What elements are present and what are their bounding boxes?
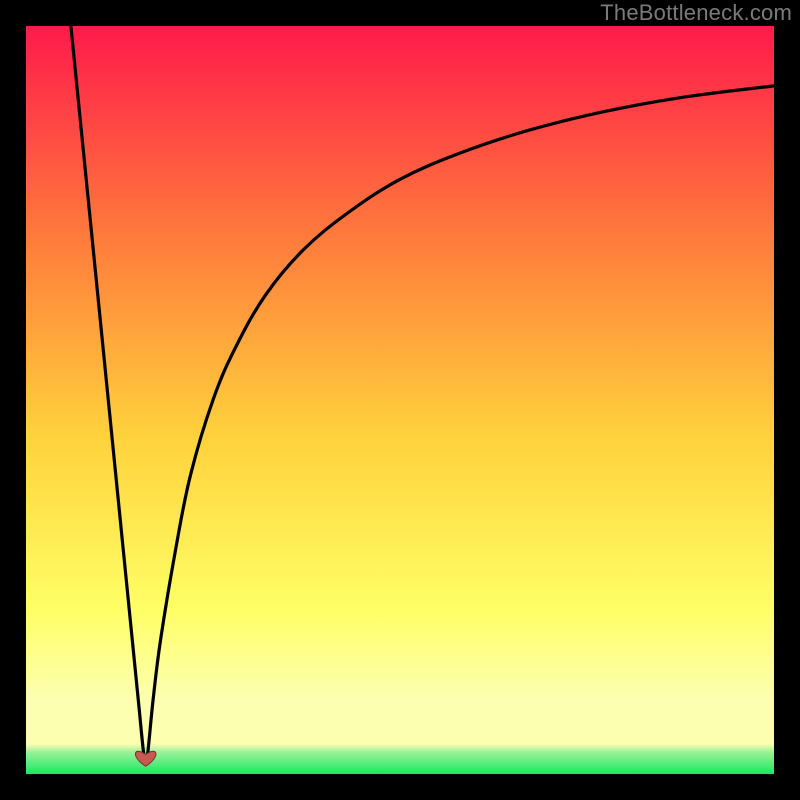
chart-svg	[26, 26, 774, 774]
watermark-text: TheBottleneck.com	[600, 0, 792, 26]
chart-frame: TheBottleneck.com	[0, 0, 800, 800]
plot-area	[26, 26, 774, 774]
gradient-background	[26, 26, 774, 774]
